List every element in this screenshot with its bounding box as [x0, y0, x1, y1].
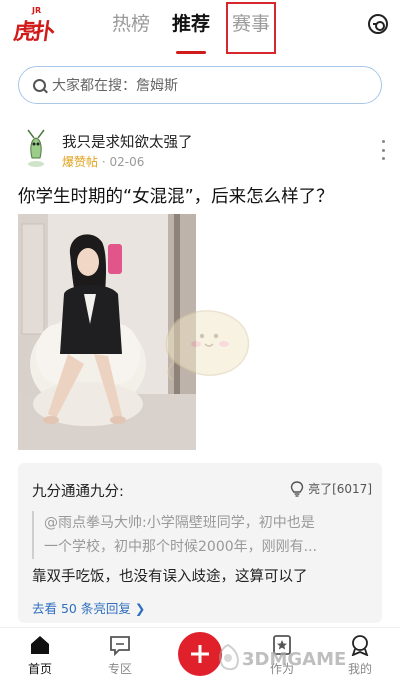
nav-zone-label: 专区	[107, 662, 132, 676]
quoted-reply[interactable]: @雨点拳马大帅:小学隔壁班同学，初中也是 一个学校，初中那个时候2000年，刚刚…	[32, 511, 368, 559]
top-header: 虎扑 JR 热榜 推荐 赛事	[0, 0, 400, 54]
tab-events[interactable]: 赛事	[226, 2, 277, 54]
nav-home[interactable]: 首页	[10, 634, 70, 677]
hupu-logo[interactable]: 虎扑 JR	[11, 6, 58, 46]
more-options-icon[interactable]	[380, 140, 386, 160]
3dm-logo-watermark	[214, 643, 242, 673]
home-icon	[29, 634, 51, 656]
quote-line-2: 一个学校，初中那个时候2000年，刚刚有...	[44, 539, 317, 555]
quote-line-1: @雨点拳马大帅:小学隔壁班同学，初中也是	[44, 515, 315, 531]
tab-hot-list[interactable]: 热榜	[112, 8, 150, 48]
search-placeholder: 大家都在搜：詹姆斯	[52, 78, 178, 94]
view-replies-link[interactable]: 去看 50 条亮回复 ❯	[32, 598, 145, 617]
search-icon	[33, 78, 46, 92]
badge-icon	[349, 634, 371, 657]
post-date: · 02-06	[101, 155, 145, 169]
avatar[interactable]	[18, 128, 54, 168]
pokeball-icon[interactable]	[368, 14, 388, 34]
logo-jr-text: JR	[32, 6, 42, 15]
hot-post-tag: 爆赞帖	[62, 155, 99, 169]
lightbulb-icon	[290, 480, 304, 497]
mascot-watermark	[150, 292, 260, 387]
nav-home-label: 首页	[27, 662, 52, 676]
comment-author[interactable]: 九分通通九分:	[32, 480, 124, 501]
post-username[interactable]: 我只是求知欲太强了	[62, 131, 193, 152]
top-tabs: 热榜 推荐 赛事	[112, 2, 292, 54]
post-meta: 爆赞帖 · 02-06	[62, 153, 144, 170]
like-count-text: 亮了[6017]	[308, 482, 372, 496]
post-title[interactable]: 你学生时期的“女混混”，后来怎么样了？	[18, 183, 334, 208]
3dm-watermark-text: 3DMGAME	[242, 649, 347, 670]
chat-square-icon	[109, 634, 131, 657]
tab-recommend[interactable]: 推荐	[172, 8, 210, 48]
like-count[interactable]: 亮了[6017]	[290, 480, 372, 497]
comment-text: 靠双手吃饭，也没有误入歧途，这算可以了	[32, 569, 308, 585]
nav-zone[interactable]: 专区	[90, 634, 150, 677]
search-bar[interactable]: 大家都在搜：詹姆斯	[18, 66, 382, 104]
logo-text: 虎扑	[11, 19, 54, 45]
hot-comment-card[interactable]: 九分通通九分: 亮了[6017] @雨点拳马大帅:小学隔壁班同学，初中也是 一个…	[18, 463, 382, 623]
